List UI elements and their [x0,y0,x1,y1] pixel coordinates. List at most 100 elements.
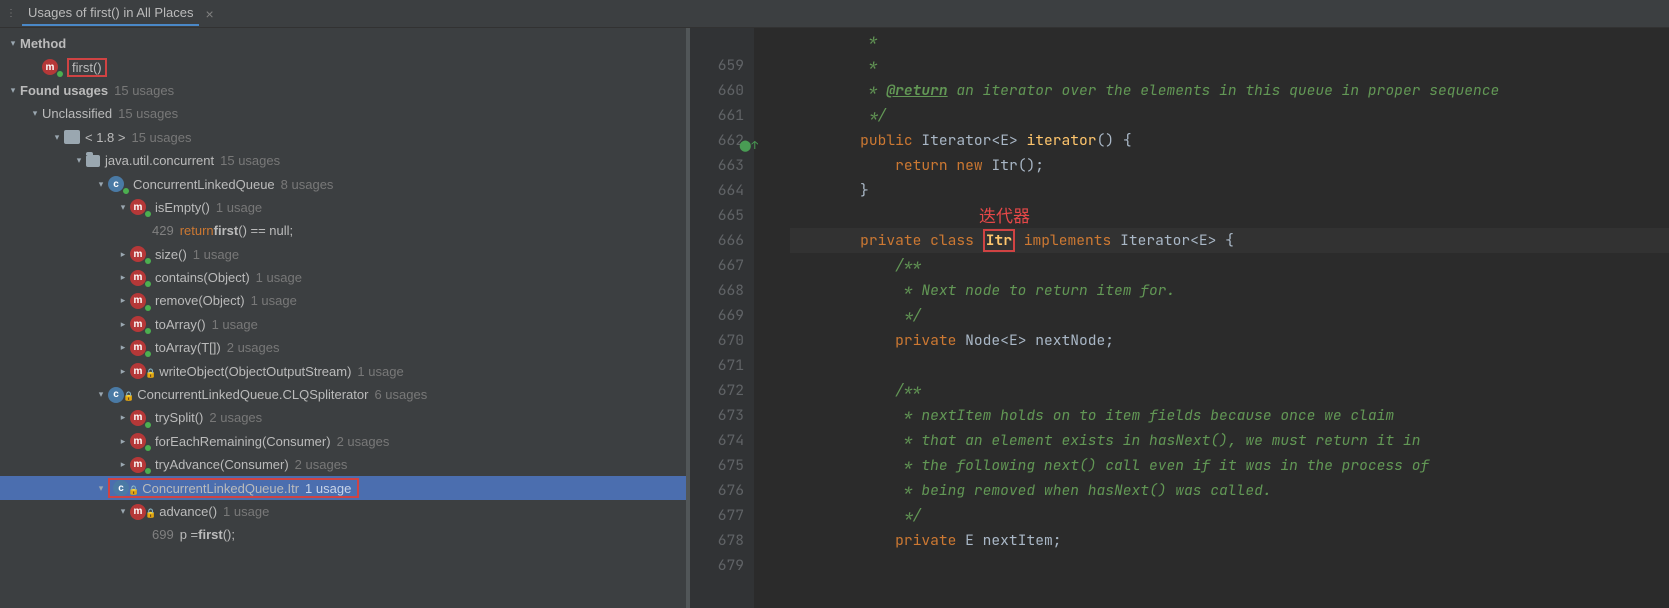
tree-writeobject[interactable]: ▸m🔒writeObject(ObjectOutputStream)1 usag… [0,359,686,382]
gutter-line[interactable]: 679 [700,553,744,578]
tree-label: size() [155,247,187,262]
chevron-down-icon[interactable]: ▾ [116,202,130,213]
chevron-down-icon[interactable]: ▾ [94,179,108,190]
chevron-down-icon[interactable]: ▾ [28,108,42,119]
tree-toarrayt[interactable]: ▸mtoArray(T[])2 usages [0,336,686,359]
chevron-down-icon[interactable]: ▾ [94,389,108,400]
tree-found-header[interactable]: ▾Found usages15 usages [0,79,686,102]
code-line[interactable]: } [790,178,1669,203]
chevron-right-icon[interactable]: ▸ [116,436,130,447]
gutter-line[interactable]: 668 [700,278,744,303]
code-line[interactable]: private Node<E> nextNode; [790,328,1669,353]
code-line[interactable]: /** [790,378,1669,403]
tree-jdk[interactable]: ▾< 1.8 >15 usages [0,126,686,149]
gutter-line[interactable]: 670 [700,328,744,353]
gutter-line[interactable]: 666 [700,228,744,253]
code-line[interactable]: * being removed when hasNext() was calle… [790,478,1669,503]
chevron-right-icon[interactable]: ▸ [116,459,130,470]
code-line[interactable]: * @return an iterator over the elements … [790,78,1669,103]
gutter-line[interactable]: 661 [700,103,744,128]
code-line[interactable]: * [790,28,1669,53]
chevron-right-icon[interactable]: ▸ [116,272,130,283]
code-editor[interactable]: 659660661662⬤↑66366466566666766866967067… [690,28,1669,608]
tree-contains[interactable]: ▸mcontains(Object)1 usage [0,266,686,289]
code-line[interactable] [790,203,1669,228]
code-line[interactable]: private E nextItem; [790,528,1669,553]
usages-panel[interactable]: ▾Methodmfirst()▾Found usages15 usages▾Un… [0,28,686,608]
usage-count: 15 usages [131,130,191,145]
gutter-line[interactable]: 671 [700,353,744,378]
tree-toarray0[interactable]: ▸mtoArray()1 usage [0,313,686,336]
code-line[interactable]: * [790,53,1669,78]
chevron-down-icon[interactable]: ▾ [6,38,20,49]
toolbar-dropdown-icon[interactable]: ⋮ [6,8,16,19]
gutter-line[interactable]: 664 [700,178,744,203]
chevron-right-icon[interactable]: ▸ [116,249,130,260]
tree-remove[interactable]: ▸mremove(Object)1 usage [0,289,686,312]
gutter-line[interactable]: 675 [700,453,744,478]
tree-class-clq[interactable]: ▾cConcurrentLinkedQueue8 usages [0,172,686,195]
chevron-down-icon[interactable]: ▾ [6,85,20,96]
chevron-right-icon[interactable]: ▸ [116,295,130,306]
code-line[interactable]: /** [790,253,1669,278]
close-icon[interactable]: × [205,6,213,22]
public-dot-icon [123,188,129,194]
chevron-down-icon[interactable]: ▾ [72,155,86,166]
tree-package[interactable]: ▾java.util.concurrent15 usages [0,149,686,172]
gutter-line[interactable]: 672 [700,378,744,403]
library-icon [64,130,80,144]
chevron-right-icon[interactable]: ▸ [116,342,130,353]
tree-class-splititerator[interactable]: ▾c🔒ConcurrentLinkedQueue.CLQSpliterator6… [0,383,686,406]
tree-usage-line[interactable]: 429return first() == null; [0,219,686,242]
tree-fer[interactable]: ▸mforEachRemaining(Consumer)2 usages [0,430,686,453]
gutter-line[interactable]: 677 [700,503,744,528]
tree-usage-line[interactable]: 699p = first(); [0,523,686,546]
chevron-down-icon[interactable]: ▾ [116,506,130,517]
code-line[interactable] [790,553,1669,578]
line-number: 429 [152,223,174,238]
gutter-line[interactable]: 660 [700,78,744,103]
code-line[interactable]: */ [790,103,1669,128]
method-icon: m [130,504,146,520]
chevron-right-icon[interactable]: ▸ [116,319,130,330]
gutter-line[interactable]: 673 [700,403,744,428]
code-line[interactable]: private class Itr implements Iterator<E>… [790,228,1669,253]
tree-method-header[interactable]: ▾Method [0,32,686,55]
chevron-down-icon[interactable]: ▾ [50,132,64,143]
tree-tryadv[interactable]: ▸mtryAdvance(Consumer)2 usages [0,453,686,476]
gutter-line[interactable]: 667 [700,253,744,278]
code-line[interactable]: return new Itr(); [790,153,1669,178]
chevron-down-icon[interactable]: ▾ [94,483,108,494]
code-line[interactable]: * Next node to return item for. [790,278,1669,303]
tree-advance[interactable]: ▾m🔒advance()1 usage [0,500,686,523]
code-line[interactable]: public Iterator<E> iterator() { [790,128,1669,153]
code-line[interactable]: * the following next() call even if it w… [790,453,1669,478]
gutter-line[interactable]: 665 [700,203,744,228]
tree-label: forEachRemaining(Consumer) [155,434,331,449]
tree-size[interactable]: ▸msize()1 usage [0,243,686,266]
gutter-line[interactable] [700,28,744,53]
tree-unclassified[interactable]: ▾Unclassified15 usages [0,102,686,125]
chevron-right-icon[interactable]: ▸ [116,412,130,423]
gutter-line[interactable]: 676 [700,478,744,503]
gutter-line[interactable]: 659 [700,53,744,78]
code-line[interactable]: * nextItem holds on to item fields becau… [790,403,1669,428]
code-line[interactable]: */ [790,303,1669,328]
tree-trysplit[interactable]: ▸mtrySplit()2 usages [0,406,686,429]
tree-isempty[interactable]: ▾misEmpty()1 usage [0,196,686,219]
usage-count: 2 usages [209,410,262,425]
class-icon: c [113,480,129,496]
gutter-line[interactable]: 678 [700,528,744,553]
method-icon: m [130,410,146,426]
usages-tab[interactable]: Usages of first() in All Places [22,1,199,26]
code-line[interactable]: */ [790,503,1669,528]
tree-class-itr[interactable]: ▾c🔒ConcurrentLinkedQueue.Itr1 usage [0,476,686,499]
code-line[interactable]: * that an element exists in hasNext(), w… [790,428,1669,453]
tree-target-method[interactable]: mfirst() [0,55,686,78]
chevron-right-icon[interactable]: ▸ [116,366,130,377]
gutter-line[interactable]: 663 [700,153,744,178]
code-line[interactable] [790,353,1669,378]
gutter-line[interactable]: 669 [700,303,744,328]
gutter-line[interactable]: 662⬤↑ [700,128,744,153]
gutter-line[interactable]: 674 [700,428,744,453]
